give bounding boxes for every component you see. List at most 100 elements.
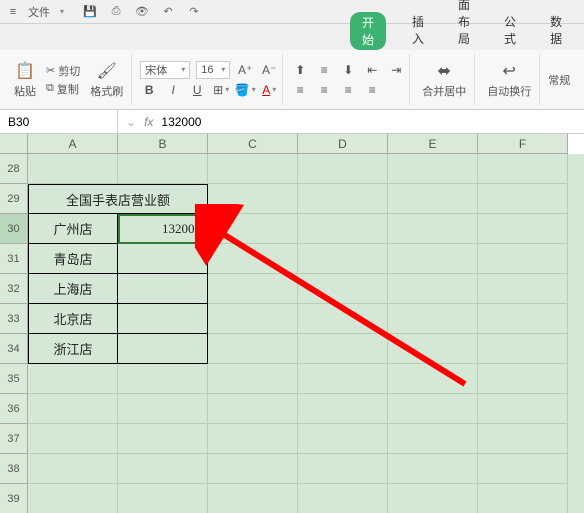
cell[interactable] (208, 214, 298, 244)
cell[interactable] (298, 364, 388, 394)
align-middle-icon[interactable]: ≡ (315, 61, 333, 79)
cells-area[interactable]: 全国手表店营业额 广州店 132000 青岛店 上海店 北京店 浙 (28, 154, 584, 513)
cell[interactable] (208, 394, 298, 424)
save-icon[interactable]: 💾 (82, 4, 98, 20)
cell[interactable] (118, 364, 208, 394)
col-header[interactable]: B (118, 134, 208, 154)
row-header[interactable]: 35 (0, 364, 28, 394)
cell[interactable] (118, 454, 208, 484)
row-header[interactable]: 29 (0, 184, 28, 214)
cell[interactable] (298, 334, 388, 364)
redo-icon[interactable]: ↷ (186, 4, 202, 20)
align-bottom-icon[interactable]: ⬇ (339, 61, 357, 79)
underline-button[interactable]: U (188, 81, 206, 99)
row-header[interactable]: 38 (0, 454, 28, 484)
cell-title[interactable]: 全国手表店营业额 (28, 184, 208, 214)
cell[interactable] (298, 394, 388, 424)
cell[interactable] (208, 334, 298, 364)
cell[interactable] (28, 364, 118, 394)
spreadsheet-grid[interactable]: A B C D E F 28 29 30 31 32 33 34 35 36 3… (0, 134, 584, 513)
cell[interactable] (388, 394, 478, 424)
app-menu-icon[interactable]: ≡ (6, 5, 20, 19)
paste-button[interactable]: 📋 粘贴 (10, 59, 40, 101)
italic-button[interactable]: I (164, 81, 182, 99)
align-right-icon[interactable]: ≡ (339, 81, 357, 99)
cell[interactable] (388, 154, 478, 184)
tab-formula[interactable]: 公式 (496, 10, 524, 50)
cell[interactable] (208, 424, 298, 454)
increase-font-icon[interactable]: A⁺ (236, 61, 254, 79)
row-header[interactable]: 32 (0, 274, 28, 304)
cell-a32[interactable]: 上海店 (28, 274, 118, 304)
cell[interactable] (298, 484, 388, 513)
formula-input[interactable]: 132000 (161, 115, 201, 129)
cell[interactable] (298, 214, 388, 244)
fill-color-button[interactable]: 🪣▾ (236, 81, 254, 99)
cell[interactable] (298, 184, 388, 214)
cell[interactable] (388, 484, 478, 513)
dropdown-icon[interactable]: ⌄ (126, 115, 136, 129)
row-header[interactable]: 37 (0, 424, 28, 454)
font-color-button[interactable]: A▾ (260, 81, 278, 99)
bold-button[interactable]: B (140, 81, 158, 99)
cell[interactable] (28, 424, 118, 454)
tab-data[interactable]: 数据 (542, 10, 570, 50)
indent-left-icon[interactable]: ⇤ (363, 61, 381, 79)
row-header[interactable]: 28 (0, 154, 28, 184)
tab-start[interactable]: 开始 (350, 12, 386, 50)
cell[interactable] (478, 154, 568, 184)
border-button[interactable]: ⊞▾ (212, 81, 230, 99)
cell[interactable] (28, 484, 118, 513)
name-box[interactable]: B30 (0, 110, 118, 133)
row-header[interactable]: 39 (0, 484, 28, 513)
col-header[interactable]: A (28, 134, 118, 154)
cell-b30[interactable]: 132000 (118, 214, 208, 244)
cell[interactable] (478, 244, 568, 274)
wrap-button[interactable]: ↩ 自动换行 (483, 59, 535, 101)
cell[interactable] (298, 154, 388, 184)
decrease-font-icon[interactable]: A⁻ (260, 61, 278, 79)
cell[interactable] (208, 364, 298, 394)
cell[interactable] (208, 244, 298, 274)
cell[interactable] (118, 424, 208, 454)
undo-icon[interactable]: ↶ (160, 4, 176, 20)
cell-b32[interactable] (118, 274, 208, 304)
cell[interactable] (478, 364, 568, 394)
row-header[interactable]: 31 (0, 244, 28, 274)
print-icon[interactable]: ⎙ (108, 4, 124, 20)
col-header[interactable]: C (208, 134, 298, 154)
cell[interactable] (478, 424, 568, 454)
cell-b31[interactable] (118, 244, 208, 274)
row-header[interactable]: 33 (0, 304, 28, 334)
cell[interactable] (28, 394, 118, 424)
preview-icon[interactable]: 👁 (134, 4, 150, 20)
cell[interactable] (298, 274, 388, 304)
merge-button[interactable]: ⬌ 合并居中 (418, 59, 470, 101)
font-name-select[interactable]: 宋体▾ (140, 61, 190, 79)
file-dropdown-icon[interactable]: ▾ (60, 7, 64, 16)
align-top-icon[interactable]: ⬆ (291, 61, 309, 79)
cell[interactable] (28, 154, 118, 184)
tab-insert[interactable]: 插入 (404, 10, 432, 50)
file-menu[interactable]: 文件 (28, 4, 50, 20)
cell[interactable] (388, 184, 478, 214)
cell-a31[interactable]: 青岛店 (28, 244, 118, 274)
fx-icon[interactable]: fx (144, 115, 153, 129)
select-all-corner[interactable] (0, 134, 28, 154)
align-justify-icon[interactable]: ≡ (363, 81, 381, 99)
cell[interactable] (298, 304, 388, 334)
cell[interactable] (388, 214, 478, 244)
cell[interactable] (388, 274, 478, 304)
align-left-icon[interactable]: ≡ (291, 81, 309, 99)
cell[interactable] (28, 454, 118, 484)
cell[interactable] (388, 334, 478, 364)
row-header[interactable]: 30 (0, 214, 28, 244)
cell[interactable] (118, 154, 208, 184)
cell[interactable] (478, 184, 568, 214)
cell[interactable] (388, 304, 478, 334)
col-header[interactable]: F (478, 134, 568, 154)
cell[interactable] (208, 304, 298, 334)
cell[interactable] (478, 454, 568, 484)
cell[interactable] (478, 304, 568, 334)
cell[interactable] (208, 154, 298, 184)
